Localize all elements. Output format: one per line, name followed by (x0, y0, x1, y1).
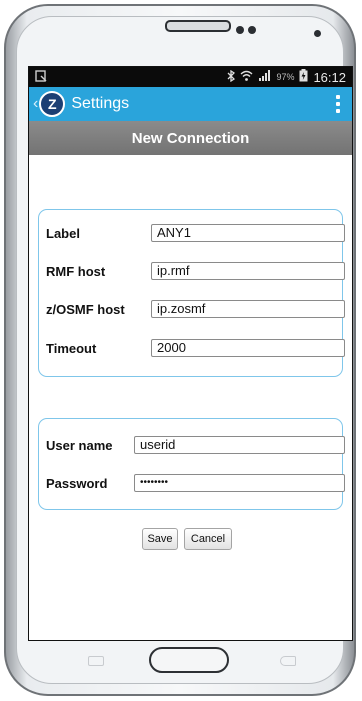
overflow-menu-icon[interactable] (332, 95, 344, 113)
screen: 97% 16:12 ‹ Z Settings New Connection La… (28, 66, 353, 641)
rmf-host-label: RMF host (46, 263, 106, 279)
notification-icon (35, 69, 47, 85)
password-label: Password (46, 475, 108, 491)
status-bar: 97% 16:12 (29, 67, 352, 87)
back-key-icon[interactable] (280, 656, 296, 666)
front-camera (314, 30, 321, 37)
battery-percent: 97% (276, 72, 295, 82)
user-name-label: User name (46, 437, 113, 453)
timeout-label: Timeout (46, 340, 97, 356)
status-icons: 97% 16:12 (227, 69, 346, 85)
password-input[interactable]: •••••••• (134, 474, 345, 492)
page-title: New Connection (29, 121, 352, 155)
save-button[interactable]: Save (142, 528, 178, 550)
recent-apps-key-icon[interactable] (88, 656, 104, 666)
timeout-input[interactable]: 2000 (151, 339, 345, 357)
action-bar: ‹ Z Settings (29, 87, 352, 121)
zosmf-host-input[interactable]: ip.zosmf (151, 300, 345, 318)
front-sensor (248, 26, 256, 34)
earpiece-speaker (165, 20, 231, 32)
rmf-host-input[interactable]: ip.rmf (151, 262, 345, 280)
cancel-button[interactable]: Cancel (184, 528, 232, 550)
battery-icon (299, 69, 308, 85)
label-input[interactable]: ANY1 (151, 224, 345, 242)
signal-icon (258, 70, 271, 84)
label-label: Label (46, 225, 80, 241)
zosmf-host-label: z/OSMF host (46, 301, 125, 317)
action-bar-title: Settings (71, 95, 130, 112)
home-button[interactable] (149, 647, 229, 673)
front-sensor (236, 26, 244, 34)
bluetooth-icon (227, 69, 236, 85)
app-logo-icon[interactable]: Z (39, 91, 66, 117)
credentials-panel: User name userid Password •••••••• (38, 418, 345, 510)
back-chevron-icon[interactable]: ‹ (33, 95, 38, 113)
user-name-input[interactable]: userid (134, 436, 345, 454)
wifi-icon (240, 70, 253, 84)
connection-panel: Label ANY1 RMF host ip.rmf z/OSMF host i… (38, 209, 345, 377)
status-time: 16:12 (313, 69, 346, 85)
